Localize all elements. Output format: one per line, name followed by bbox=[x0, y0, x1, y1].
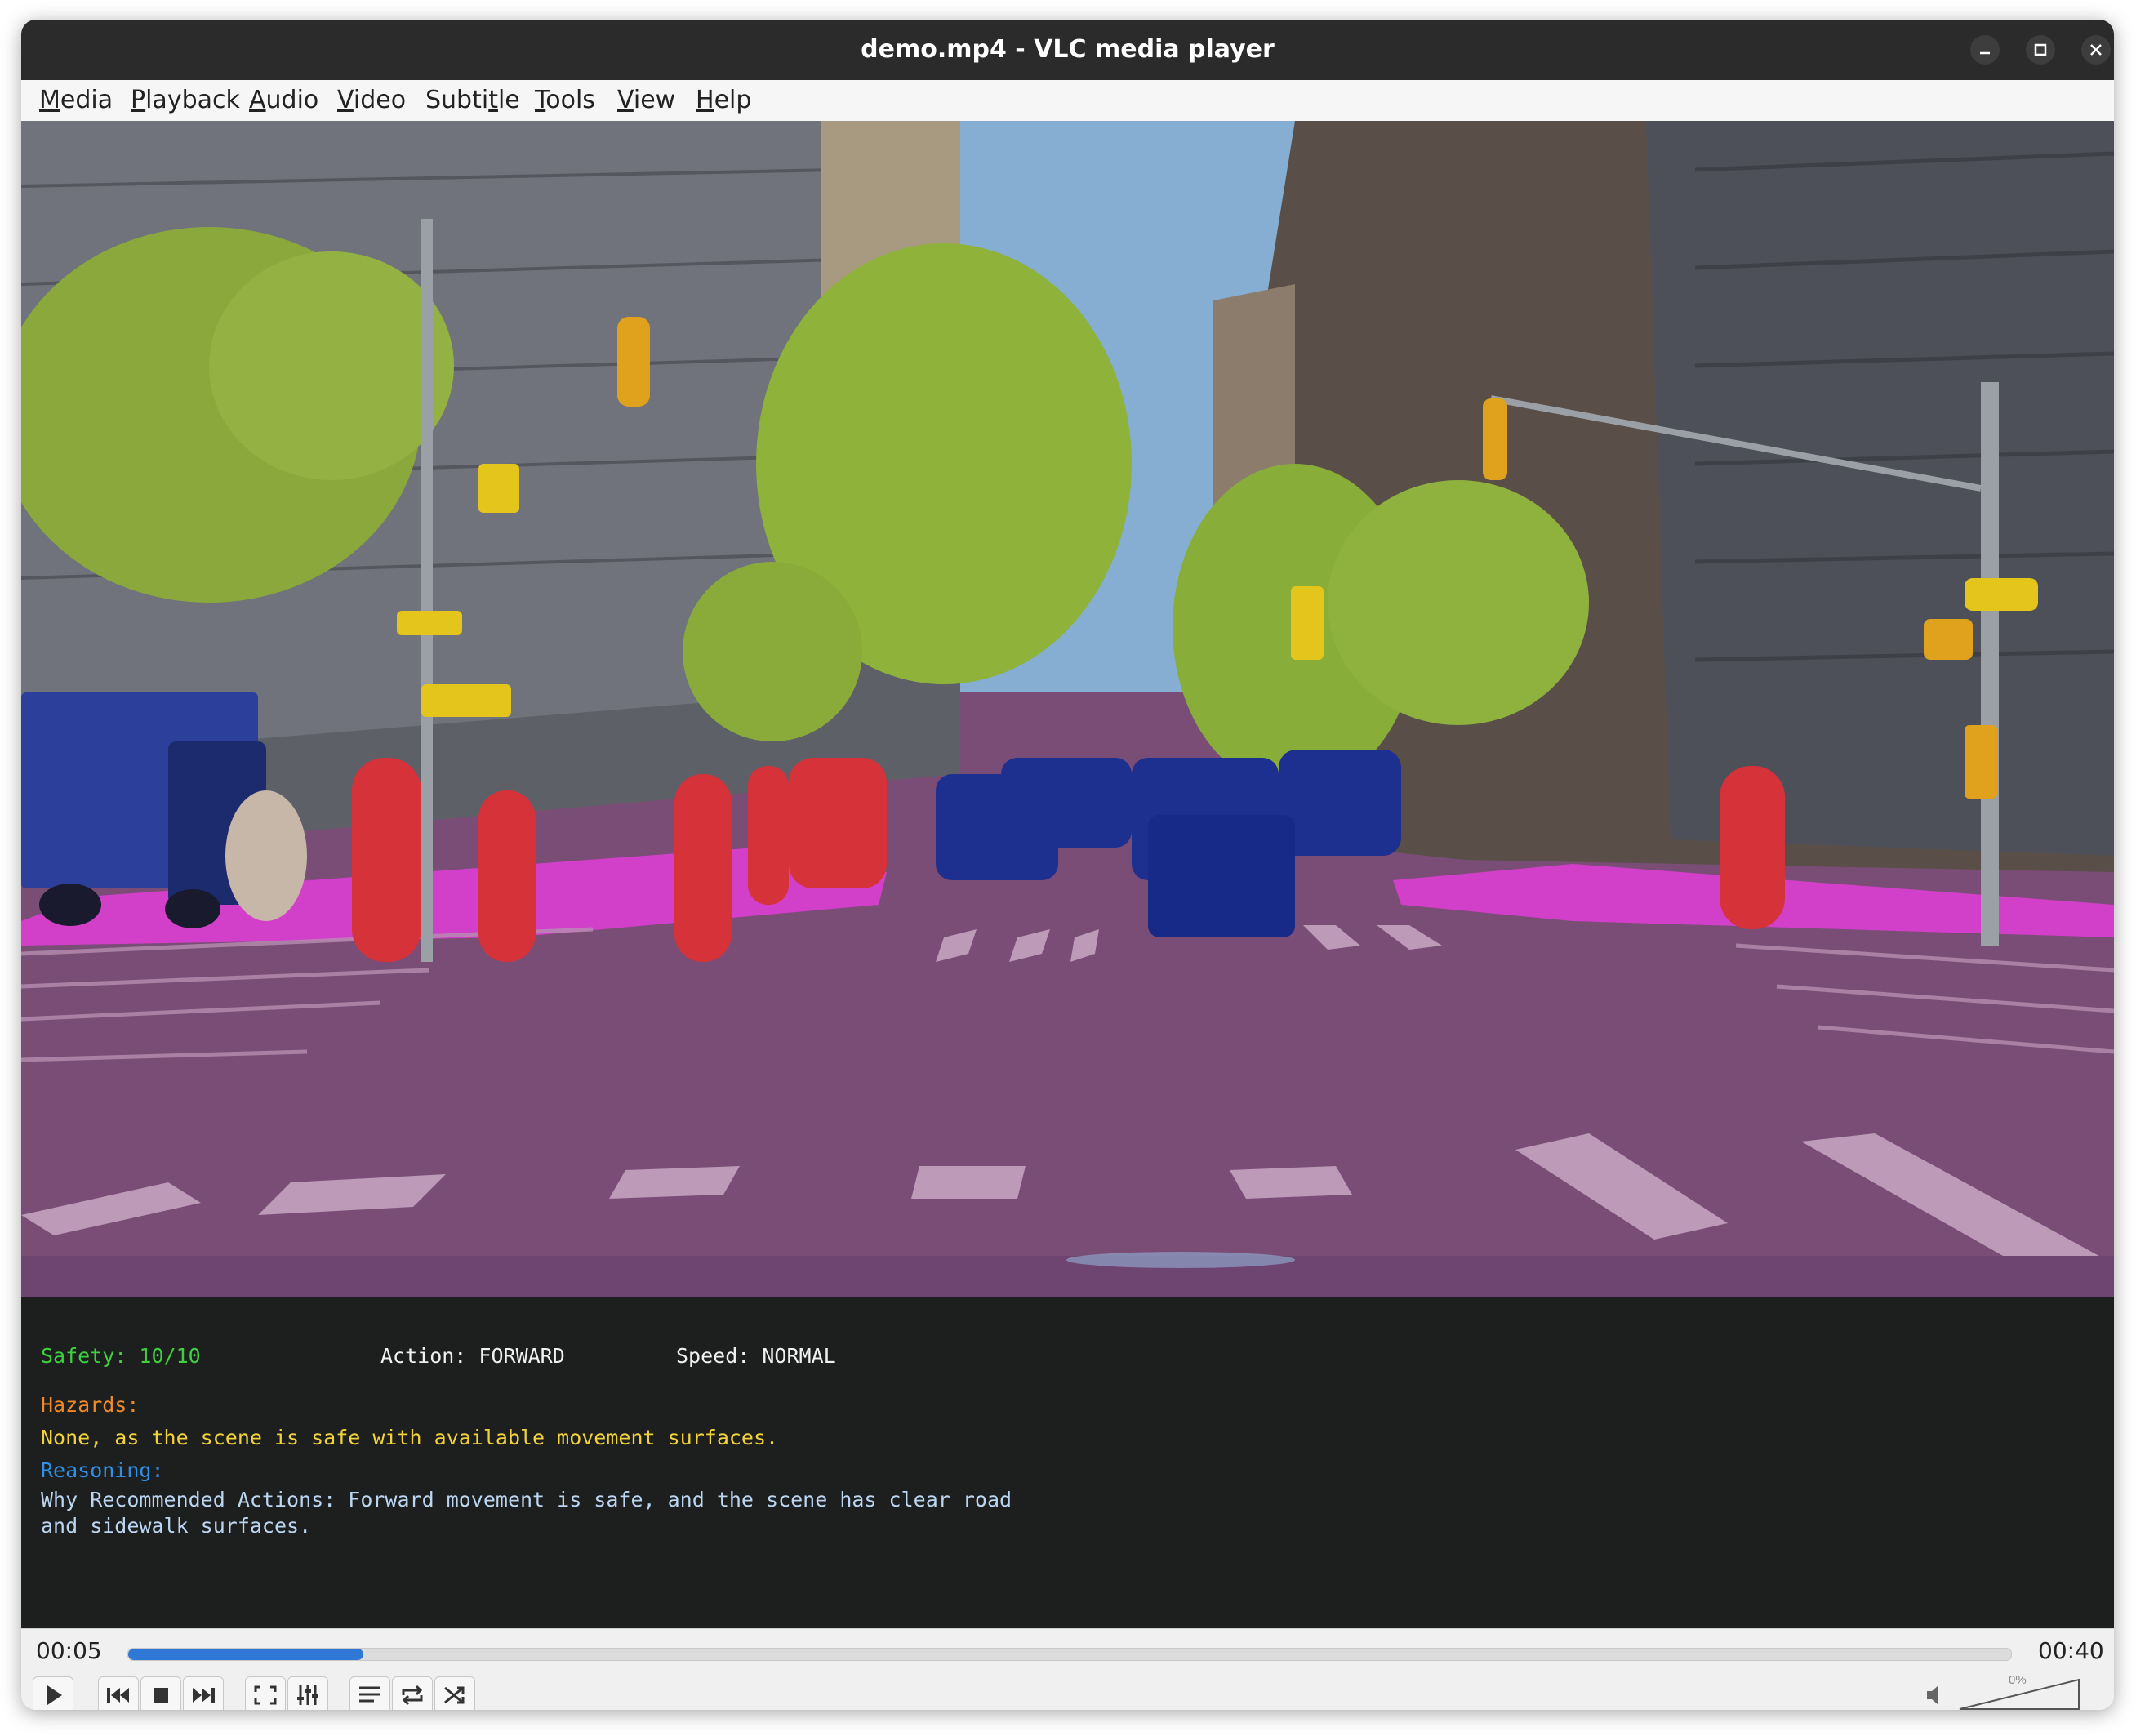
seek-bar[interactable] bbox=[127, 1648, 2012, 1661]
playlist-button[interactable] bbox=[349, 1676, 390, 1710]
vlc-window: demo.mp4 - VLC media player Media Playba… bbox=[21, 20, 2114, 1710]
minimize-button[interactable] bbox=[1970, 35, 2000, 65]
playlist-icon bbox=[359, 1686, 380, 1703]
menu-tools[interactable]: Tools bbox=[535, 80, 595, 121]
traffic-light bbox=[617, 317, 650, 407]
menu-subtitle[interactable]: Subtitle bbox=[425, 80, 520, 121]
close-icon bbox=[2090, 44, 2102, 56]
stop-icon bbox=[154, 1688, 168, 1703]
control-bar: 00:05 00:40 0% bbox=[21, 1628, 2114, 1710]
play-icon bbox=[47, 1685, 62, 1705]
seek-progress bbox=[128, 1649, 364, 1660]
pole-left bbox=[421, 219, 433, 962]
reasoning-label: Reasoning: bbox=[41, 1458, 164, 1482]
shuffle-icon bbox=[444, 1686, 465, 1704]
window-title: demo.mp4 - VLC media player bbox=[861, 35, 1275, 64]
fullscreen-button[interactable] bbox=[245, 1676, 286, 1710]
next-button[interactable] bbox=[183, 1676, 224, 1710]
menu-view[interactable]: View bbox=[617, 80, 675, 121]
previous-icon bbox=[107, 1688, 129, 1703]
title-bar: demo.mp4 - VLC media player bbox=[21, 20, 2114, 80]
volume-percent: 0% bbox=[2009, 1673, 2027, 1687]
reasoning-text-line2: and sidewalk surfaces. bbox=[41, 1514, 312, 1538]
loop-button[interactable] bbox=[392, 1676, 433, 1710]
close-button[interactable] bbox=[2081, 35, 2111, 65]
safety-score: Safety: 10/10 bbox=[41, 1344, 201, 1368]
analysis-overlay: Safety: 10/10 Action: FORWARD Speed: NOR… bbox=[21, 1297, 2114, 1628]
maximize-icon bbox=[2034, 43, 2047, 56]
speaker-icon[interactable] bbox=[1924, 1683, 1947, 1707]
action-label: Action: FORWARD bbox=[380, 1344, 565, 1368]
previous-button[interactable] bbox=[98, 1676, 139, 1710]
elapsed-time: 00:05 bbox=[36, 1637, 102, 1664]
equalizer-icon bbox=[297, 1685, 318, 1705]
speed-label: Speed: NORMAL bbox=[676, 1344, 836, 1368]
loop-icon bbox=[402, 1685, 423, 1706]
reasoning-text-line1: Why Recommended Actions: Forward movemen… bbox=[41, 1488, 1012, 1511]
pole-right bbox=[1981, 382, 1999, 946]
extended-settings-button[interactable] bbox=[287, 1676, 328, 1710]
next-icon bbox=[193, 1688, 215, 1703]
hazards-label: Hazards: bbox=[41, 1393, 140, 1417]
segmented-street-scene bbox=[21, 121, 2114, 1297]
menu-audio[interactable]: Audio bbox=[249, 80, 318, 121]
total-time: 00:40 bbox=[2038, 1637, 2104, 1664]
menu-media[interactable]: Media bbox=[39, 80, 113, 121]
menu-bar: Media Playback Audio Video Subtitle Tool… bbox=[21, 80, 2114, 122]
menu-video[interactable]: Video bbox=[337, 80, 406, 121]
fullscreen-icon bbox=[254, 1685, 277, 1705]
menu-help[interactable]: Help bbox=[696, 80, 751, 121]
maximize-button[interactable] bbox=[2026, 35, 2055, 65]
stop-button[interactable] bbox=[140, 1676, 181, 1710]
play-button[interactable] bbox=[33, 1676, 73, 1710]
minimize-icon bbox=[1980, 51, 1990, 55]
hazards-text: None, as the scene is safe with availabl… bbox=[41, 1426, 779, 1449]
video-frame[interactable] bbox=[21, 121, 2114, 1297]
shuffle-button[interactable] bbox=[434, 1676, 475, 1710]
menu-playback[interactable]: Playback bbox=[131, 80, 240, 121]
volume-slider[interactable]: 0% bbox=[1958, 1673, 2080, 1710]
